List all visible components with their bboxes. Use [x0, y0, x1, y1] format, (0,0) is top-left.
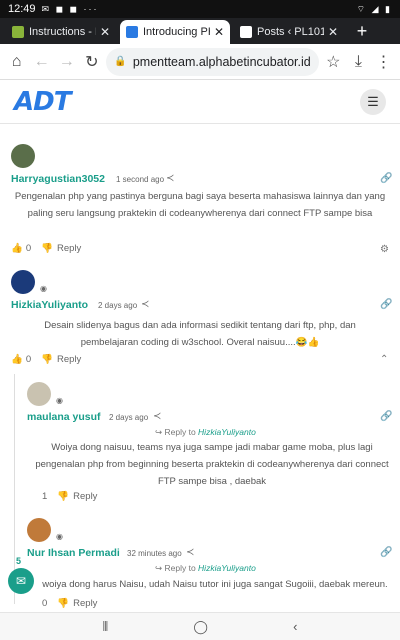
close-icon[interactable]: ✕	[328, 25, 338, 39]
home-button-icon[interactable]: ◯	[193, 619, 208, 635]
comment-date[interactable]: 2 days ago	[98, 301, 137, 310]
rss-icon: ◉	[40, 284, 47, 293]
collapse-replies-icon[interactable]: ⌃	[380, 354, 388, 365]
comment-author[interactable]: Nur Ihsan Permadi	[27, 547, 120, 559]
share-icon[interactable]: ≺	[186, 547, 194, 558]
avatar[interactable]	[11, 270, 35, 294]
comments-section: Harryagustian3052 1 second ago ≺ 🔗 Penge…	[0, 124, 400, 612]
back-button-icon[interactable]: ‹	[293, 619, 297, 634]
tab-introducing-php[interactable]: Introducing PHP ✕	[120, 20, 230, 44]
bookmark-star-icon[interactable]: ☆	[321, 47, 346, 77]
download-icon[interactable]: ⤓	[346, 47, 371, 77]
url-text: pmentteam.alphabetincubator.id	[132, 54, 311, 69]
reply-to-label: ↪ Reply to HizkiaYuliyanto	[155, 427, 256, 438]
like-count: 0	[25, 243, 32, 254]
thumbs-up-icon[interactable]: 👍	[11, 243, 23, 254]
comment-date[interactable]: 2 days ago	[109, 413, 148, 422]
forward-arrow-icon[interactable]: →	[54, 47, 79, 77]
home-icon[interactable]: ⌂	[4, 47, 29, 77]
tab-title: Introducing PHP	[143, 26, 210, 38]
thumbs-down-icon[interactable]: 👎	[41, 243, 53, 254]
new-tab-icon[interactable]: +	[350, 21, 374, 42]
rss-icon: ◉	[56, 396, 63, 405]
comment-text: Desain slidenya bagus dan ada informasi …	[44, 320, 356, 348]
thumbs-down-icon[interactable]: 👎	[57, 598, 69, 609]
address-bar[interactable]: 🔒 pmentteam.alphabetincubator.id	[106, 47, 319, 76]
like-count: 1	[42, 491, 48, 502]
system-icons: ⌔ ◢ ▮	[356, 3, 392, 14]
reply-button[interactable]: Reply	[73, 491, 97, 502]
tab-title: Instructions - PL	[29, 26, 96, 38]
link-icon[interactable]: 🔗	[380, 411, 392, 422]
share-icon[interactable]: ≺	[141, 299, 149, 310]
thumbs-up-icon[interactable]: 👍	[11, 354, 23, 365]
comment-author[interactable]: HizkiaYuliyanto	[11, 299, 88, 311]
close-icon[interactable]: ✕	[214, 25, 224, 39]
tab-title: Posts ‹ PL101 —	[257, 26, 324, 38]
reply-to-text: Reply to	[164, 563, 196, 573]
comment-date[interactable]: 1 second ago	[116, 175, 164, 184]
comment-count-badge: 5	[16, 556, 22, 566]
reply-to-text: Reply to	[164, 427, 196, 437]
hamburger-menu-icon[interactable]: ☰	[360, 88, 386, 115]
share-icon[interactable]: ≺	[166, 173, 174, 184]
back-arrow-icon[interactable]: ←	[29, 47, 54, 77]
gear-icon[interactable]: ⚙	[380, 244, 389, 255]
like-count: 0	[42, 598, 48, 609]
comment-text: Woiya dong naisuu, teams nya juga sampe …	[35, 442, 389, 487]
site-header: ADT ☰	[0, 80, 400, 124]
reply-button[interactable]: Reply	[73, 598, 97, 609]
system-nav-bar: ⦀ ◯ ‹	[0, 612, 400, 640]
reply-button[interactable]: Reply	[57, 354, 81, 365]
avatar[interactable]	[27, 518, 51, 542]
lock-icon: 🔒	[114, 56, 127, 67]
recent-apps-icon[interactable]: ⦀	[103, 619, 109, 635]
tab-strip: Instructions - PL ✕ Introducing PHP ✕ Po…	[0, 18, 400, 44]
rss-icon: ◉	[56, 532, 63, 541]
reply-to-label: ↪ Reply to HizkiaYuliyanto	[155, 563, 256, 574]
notification-icons: ✉ ◼ ◼ ···	[41, 3, 99, 14]
tab-favicon-icon	[12, 26, 24, 38]
link-icon[interactable]: 🔗	[380, 547, 392, 558]
comment-author[interactable]: maulana yusuf	[27, 411, 101, 423]
tab-instructions[interactable]: Instructions - PL ✕	[6, 20, 116, 44]
browser-toolbar: ⌂ ← → ↻ 🔒 pmentteam.alphabetincubator.id…	[0, 44, 400, 80]
avatar[interactable]	[27, 382, 51, 406]
comment-actions: 👍 0 👎 Reply	[11, 243, 81, 254]
more-menu-icon[interactable]: ⋮	[371, 47, 396, 77]
comment-author[interactable]: Harryagustian3052	[11, 173, 105, 185]
tab-posts[interactable]: Posts ‹ PL101 — ✕	[234, 20, 344, 44]
reply-to-author[interactable]: HizkiaYuliyanto	[198, 563, 256, 573]
thumbs-down-icon[interactable]: 👎	[41, 354, 53, 365]
comment-text: Pengenalan php yang pastinya berguna bag…	[14, 191, 386, 219]
link-icon[interactable]: 🔗	[380, 299, 392, 310]
reply-to-author[interactable]: HizkiaYuliyanto	[198, 427, 256, 437]
status-bar: 12:49 ✉ ◼ ◼ ··· ⌔ ◢ ▮	[0, 0, 400, 18]
avatar[interactable]	[11, 144, 35, 168]
reload-icon[interactable]: ↻	[79, 47, 104, 77]
comment-actions: 0 👎 Reply	[42, 598, 97, 609]
thumbs-down-icon[interactable]: 👎	[57, 491, 69, 502]
close-icon[interactable]: ✕	[100, 25, 110, 39]
tab-favicon-icon	[126, 26, 138, 38]
comment-actions: 1 👎 Reply	[42, 491, 97, 502]
reply-button[interactable]: Reply	[57, 243, 81, 254]
share-icon[interactable]: ≺	[153, 411, 161, 422]
comments-fab-icon[interactable]: ✉	[8, 568, 34, 594]
link-icon[interactable]: 🔗	[380, 173, 392, 184]
comment-date[interactable]: 32 minutes ago	[127, 549, 182, 558]
status-time: 12:49	[8, 3, 36, 15]
comment-text: woiya dong harus Naisu, udah Naisu tutor…	[42, 579, 388, 590]
tab-favicon-icon	[240, 26, 252, 38]
site-logo[interactable]: ADT	[14, 87, 71, 117]
like-count: 0	[25, 354, 32, 365]
comment-actions: 👍 0 👎 Reply	[11, 354, 81, 365]
